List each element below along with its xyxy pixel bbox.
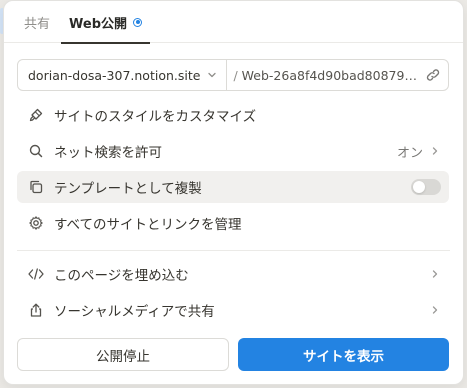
duplicate-as-template-label: テンプレートとして複製 xyxy=(54,181,202,197)
active-tab-indicator xyxy=(61,42,150,44)
chevron-right-icon xyxy=(432,306,438,314)
tab-publish-label: Web公開 xyxy=(69,16,127,32)
search-indexing-value: オン xyxy=(396,145,423,161)
duplicate-as-template-toggle[interactable] xyxy=(411,179,441,195)
live-status-icon xyxy=(133,17,142,27)
code-icon xyxy=(27,265,45,283)
tab-bar: 共有 Web公開 xyxy=(4,1,463,44)
url-slug-field[interactable]: / Web-26a8f4d90bad80879f... xyxy=(227,68,418,83)
view-site-button-label: サイトを表示 xyxy=(303,348,384,365)
paintbrush-icon xyxy=(27,106,45,124)
duplicate-as-template-item[interactable]: テンプレートとして複製 xyxy=(17,171,449,203)
view-site-button[interactable]: サイトを表示 xyxy=(238,338,449,371)
domain-select[interactable]: dorian-dosa-307.notion.site xyxy=(18,60,228,90)
unpublish-button-label: 公開停止 xyxy=(96,348,150,365)
customize-site-style-label: サイトのスタイルをカスタマイズ xyxy=(54,109,257,125)
embed-page-label: このページを埋め込む xyxy=(54,268,189,284)
chevron-down-icon xyxy=(208,72,217,78)
search-indexing-item[interactable]: ネット検索を許可 オン xyxy=(17,135,449,167)
share-social-media-label: ソーシャルメディアで共有 xyxy=(54,304,215,320)
domain-label: dorian-dosa-307.notion.site xyxy=(28,67,201,83)
unpublish-button[interactable]: 公開停止 xyxy=(17,338,229,371)
section-divider xyxy=(17,250,450,251)
customize-site-style-item[interactable]: サイトのスタイルをカスタマイズ xyxy=(17,99,449,131)
search-icon xyxy=(27,142,45,160)
chevron-right-icon xyxy=(432,147,438,155)
url-separator: / xyxy=(233,67,238,83)
embed-page-item[interactable]: このページを埋め込む xyxy=(17,258,449,290)
duplicate-icon xyxy=(27,178,45,196)
site-url-bar: dorian-dosa-307.notion.site / Web-26a8f4… xyxy=(17,59,449,91)
chevron-right-icon xyxy=(432,270,438,278)
tab-publish[interactable]: Web公開 xyxy=(61,1,150,44)
url-slug: Web-26a8f4d90bad80879f... xyxy=(241,67,418,83)
tab-share[interactable]: 共有 xyxy=(24,1,50,43)
share-icon xyxy=(27,301,45,319)
manage-sites-links-item[interactable]: すべてのサイトとリンクを管理 xyxy=(17,207,449,239)
copy-link-icon[interactable] xyxy=(418,60,448,90)
share-social-media-item[interactable]: ソーシャルメディアで共有 xyxy=(17,294,449,326)
publish-popover: 共有 Web公開 dorian-dosa-307.notion.site / W… xyxy=(3,0,464,385)
search-indexing-label: ネット検索を許可 xyxy=(54,145,162,161)
manage-sites-links-label: すべてのサイトとリンクを管理 xyxy=(54,217,242,233)
tab-share-label: 共有 xyxy=(24,16,51,32)
gear-icon xyxy=(27,214,45,232)
